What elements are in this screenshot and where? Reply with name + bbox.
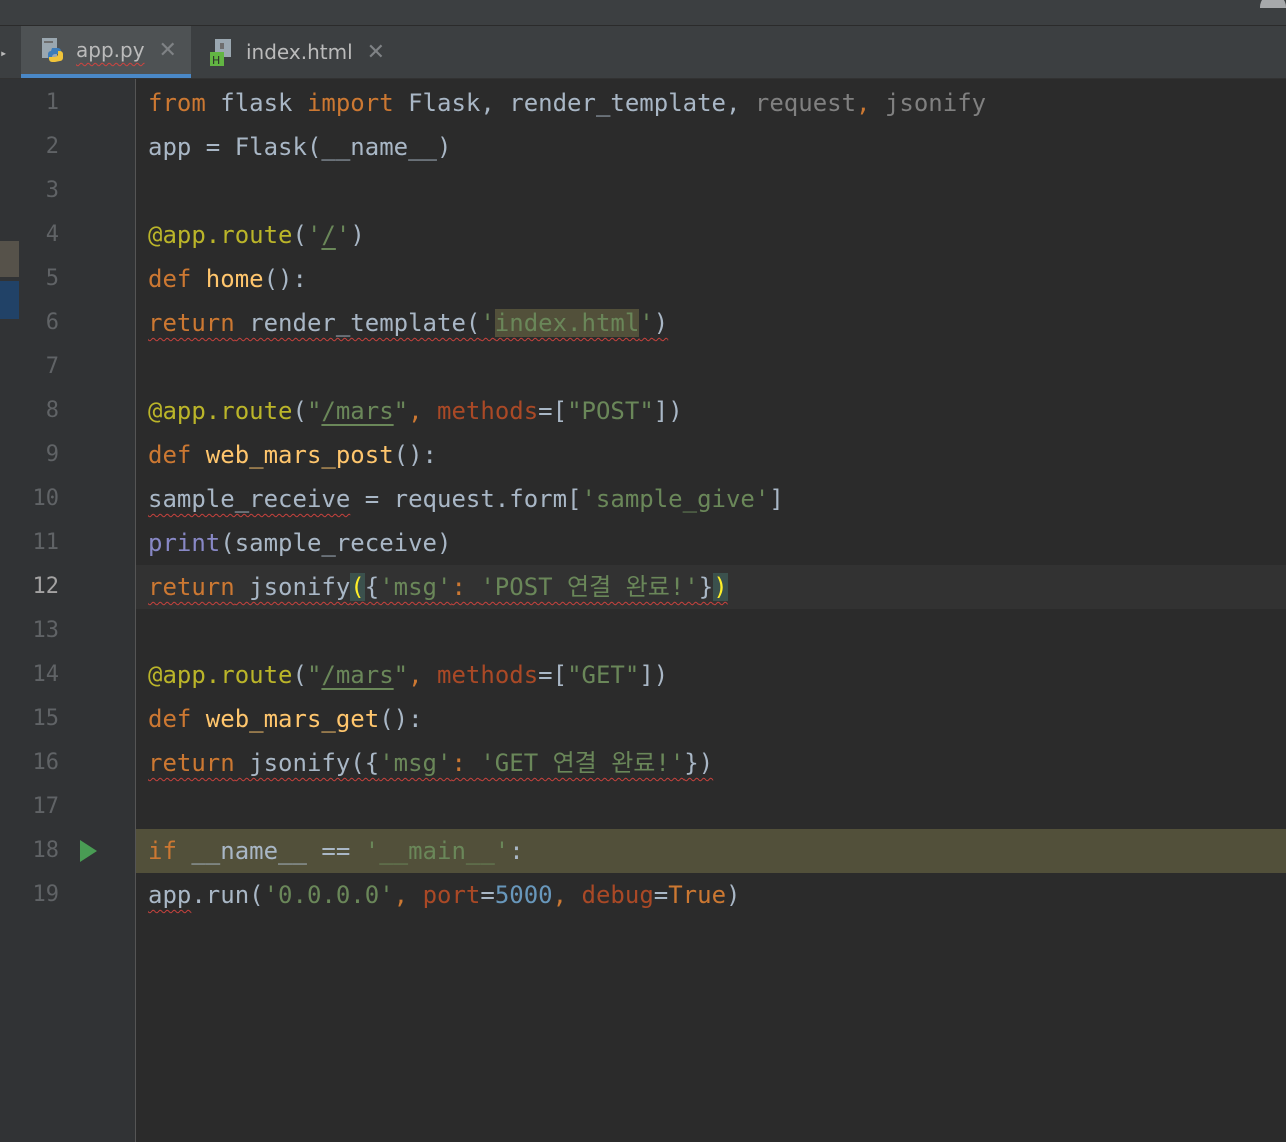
code-line[interactable]: 5 def home():: [0, 257, 1286, 301]
line-text: @app.route('/'): [148, 221, 365, 249]
close-icon[interactable]: ✕: [367, 40, 385, 65]
line-number: 19: [32, 882, 60, 907]
tab-app-py[interactable]: app.py ✕: [21, 26, 191, 78]
line-text: if __name__ == '__main__':: [148, 837, 524, 865]
editor-tab-bar: ▸ app.py ✕ H index.html ✕: [0, 26, 1286, 79]
line-text: def web_mars_get():: [148, 705, 423, 733]
code-line[interactable]: 10 sample_receive = request.form['sample…: [0, 477, 1286, 521]
line-text: app = Flask(__name__): [148, 133, 452, 161]
line-number: 2: [45, 134, 59, 159]
line-text: print(sample_receive): [148, 529, 452, 557]
title-bar: [0, 0, 1286, 26]
line-text: sample_receive = request.form['sample_gi…: [148, 485, 784, 513]
line-text: return render_template('index.html'): [148, 309, 669, 337]
python-file-icon: [40, 37, 66, 63]
line-text: return jsonify({'msg': 'POST 연결 완료!'}): [148, 573, 728, 601]
line-number: 13: [32, 618, 60, 643]
line-number: 4: [45, 222, 59, 247]
line-number: 5: [45, 266, 59, 291]
line-number: 9: [45, 442, 59, 467]
code-line[interactable]: 6 return render_template('index.html'): [0, 301, 1286, 345]
code-line[interactable]: 7: [0, 345, 1286, 389]
code-line[interactable]: 11 print(sample_receive): [0, 521, 1286, 565]
line-text: @app.route("/mars", methods=["GET"]): [148, 661, 669, 689]
line-text: from flask import Flask, render_template…: [148, 89, 987, 117]
code-line[interactable]: 18 if __name__ == '__main__':: [0, 829, 1286, 873]
line-number: 14: [32, 662, 60, 687]
code-line[interactable]: 4 @app.route('/'): [0, 213, 1286, 257]
line-number: 17: [32, 794, 60, 819]
tab-label: app.py: [76, 38, 145, 62]
run-icon[interactable]: [80, 840, 97, 862]
code-line-current[interactable]: 12 return jsonify({'msg': 'POST 연결 완료!'}…: [0, 565, 1286, 609]
line-number: 16: [32, 750, 60, 775]
line-number: 8: [45, 398, 59, 423]
line-number: 18: [32, 838, 60, 863]
line-text: return jsonify({'msg': 'GET 연결 완료!'}): [148, 749, 714, 777]
line-text: app.run('0.0.0.0', port=5000, debug=True…: [148, 881, 741, 909]
code-line[interactable]: 17: [0, 785, 1286, 829]
line-number: 1: [45, 90, 59, 115]
line-number: 12: [32, 574, 60, 599]
html-file-icon: H: [210, 39, 236, 67]
avatar[interactable]: [1260, 0, 1286, 8]
code-line[interactable]: 3: [0, 169, 1286, 213]
line-text: @app.route("/mars", methods=["POST"]): [148, 397, 683, 425]
code-line[interactable]: 9 def web_mars_post():: [0, 433, 1286, 477]
code-line[interactable]: 14 @app.route("/mars", methods=["GET"]): [0, 653, 1286, 697]
line-text: def web_mars_post():: [148, 441, 438, 469]
code-line[interactable]: 15 def web_mars_get():: [0, 697, 1286, 741]
code-line[interactable]: 16 return jsonify({'msg': 'GET 연결 완료!'}): [0, 741, 1286, 785]
code-line[interactable]: 19 app.run('0.0.0.0', port=5000, debug=T…: [0, 873, 1286, 917]
tab-index-html[interactable]: H index.html ✕: [210, 26, 400, 78]
line-number: 10: [32, 486, 60, 511]
code-line[interactable]: 2 app = Flask(__name__): [0, 125, 1286, 169]
line-number: 6: [45, 310, 59, 335]
close-icon[interactable]: ✕: [159, 38, 177, 63]
line-number: 7: [45, 354, 59, 379]
line-text: def home():: [148, 265, 307, 293]
line-number: 11: [32, 530, 60, 555]
code-line[interactable]: 1 from flask import Flask, render_templa…: [0, 81, 1286, 125]
tab-scroll-left-icon[interactable]: ▸: [0, 46, 7, 60]
line-number: 15: [32, 706, 60, 731]
line-number: 3: [45, 178, 59, 203]
code-line[interactable]: 13: [0, 609, 1286, 653]
svg-text:H: H: [212, 54, 220, 67]
tab-label: index.html: [246, 40, 353, 64]
code-line[interactable]: 8 @app.route("/mars", methods=["POST"]): [0, 389, 1286, 433]
